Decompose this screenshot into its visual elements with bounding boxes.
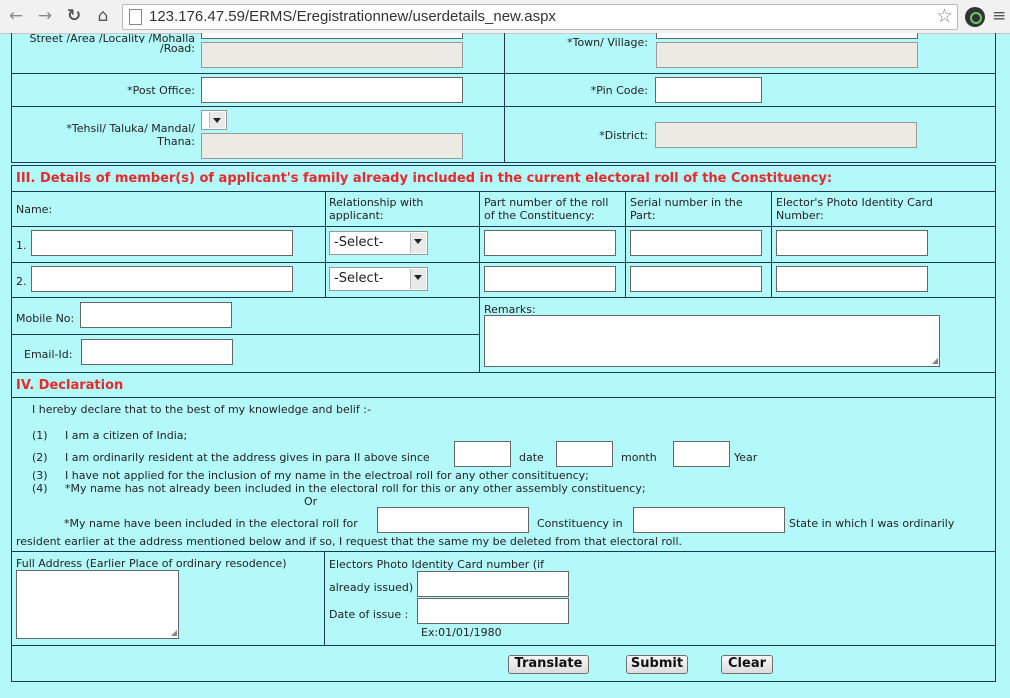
declaration-num: (1) — [32, 429, 48, 442]
page-icon — [129, 9, 142, 25]
home-icon[interactable]: ⌂ — [93, 6, 113, 26]
since-year-input[interactable] — [673, 441, 730, 467]
post-office-input[interactable] — [201, 77, 463, 103]
town-label: *Town/ Village: — [567, 36, 648, 49]
resident-text: resident earlier at the address mentione… — [16, 535, 683, 548]
email-input[interactable] — [81, 339, 233, 365]
part-number-input[interactable] — [484, 230, 616, 256]
street-input-top[interactable] — [201, 33, 463, 39]
district-input[interactable] — [655, 122, 917, 148]
epic-number-input[interactable] — [776, 266, 928, 292]
month-label: month — [621, 451, 657, 464]
epic-label-1: Electors Photo Identity Card number (if — [329, 558, 545, 571]
declaration-text: I have not applied for the inclusion of … — [65, 469, 589, 482]
submit-button[interactable]: Submit — [626, 655, 688, 674]
clear-button[interactable]: Clear — [721, 655, 773, 674]
divider — [324, 551, 325, 646]
member-name-input[interactable] — [31, 266, 293, 292]
name-header: Name: — [16, 203, 53, 216]
declaration-intro: I hereby declare that to the best of my … — [32, 403, 371, 416]
year-label: Year — [734, 451, 758, 464]
member-name-input[interactable] — [31, 230, 293, 256]
epic-header-1: Elector's Photo Identity Card — [776, 196, 933, 209]
declaration-num: (4) — [32, 482, 48, 495]
extension-icon[interactable] — [965, 7, 985, 27]
menu-icon[interactable]: ≡ — [992, 6, 1006, 26]
back-icon[interactable]: ← — [6, 6, 26, 26]
tehsil-label-1: *Tehsil/ Taluka/ Mandal/ — [66, 122, 195, 135]
serial-number-input[interactable] — [630, 230, 762, 256]
epic-label-2: already issued) — [329, 581, 414, 594]
earlier-epic-input[interactable] — [417, 571, 569, 597]
forward-icon[interactable]: → — [35, 6, 55, 26]
section-iii-title: III. Details of member(s) of applicant's… — [16, 171, 833, 186]
town-input[interactable] — [656, 42, 918, 68]
state-text: State in which I was ordinarily — [789, 517, 955, 530]
full-address-textarea[interactable]: ◢ — [16, 570, 179, 639]
remarks-textarea[interactable]: ◢ — [484, 315, 940, 367]
pin-code-label: *Pin Code: — [590, 84, 648, 97]
since-date-input[interactable] — [454, 441, 511, 467]
browser-toolbar: ← → ↻ ⌂ 123.176.47.59/ERMS/Eregistration… — [0, 0, 1010, 34]
tehsil-input[interactable] — [201, 133, 463, 159]
included-constituency-input[interactable] — [377, 507, 529, 533]
bookmark-star-icon[interactable]: ☆ — [936, 5, 953, 27]
full-address-label: Full Address (Earlier Place of ordinary … — [16, 557, 287, 570]
url-text[interactable]: 123.176.47.59/ERMS/Eregistrationnew/user… — [149, 8, 556, 25]
tehsil-label-2: Thana: — [157, 135, 195, 148]
relationship-select[interactable]: -Select- — [329, 231, 428, 255]
district-label: *District: — [599, 129, 648, 142]
date-label: date — [519, 451, 544, 464]
epic-number-input[interactable] — [776, 230, 928, 256]
address-bar[interactable]: 123.176.47.59/ERMS/Eregistrationnew/user… — [122, 4, 958, 30]
declaration-text: *My name has not already been included i… — [65, 482, 646, 495]
declaration-num: (2) — [32, 451, 48, 464]
included-state-input[interactable] — [633, 507, 785, 533]
buttons-row — [11, 645, 996, 682]
street-label-2: /Road: — [159, 42, 195, 55]
part-number-header-1: Part number of the roll — [484, 196, 609, 209]
chevron-down-icon — [410, 233, 426, 253]
constituency-in-label: Constituency in — [537, 517, 623, 530]
mobile-label: Mobile No: — [16, 312, 75, 325]
epic-header-2: Number: — [776, 209, 824, 222]
included-text: *My name have been included in the elect… — [64, 517, 358, 530]
pin-code-input[interactable] — [655, 77, 762, 103]
row-index: 2. — [16, 275, 27, 288]
chevron-down-icon — [209, 112, 225, 128]
reload-icon[interactable]: ↻ — [64, 6, 84, 26]
date-issue-label: Date of issue : — [329, 608, 409, 621]
row-index: 1. — [16, 239, 27, 252]
declaration-text: I am ordinarily resident at the address … — [65, 451, 430, 464]
declaration-text: I am a citizen of India; — [65, 429, 188, 442]
mobile-input[interactable] — [80, 302, 232, 328]
part-number-input[interactable] — [484, 266, 616, 292]
email-label: Email-Id: — [24, 348, 73, 361]
section-iv-header — [11, 372, 996, 398]
tehsil-select[interactable] — [201, 110, 227, 130]
post-office-label: *Post Office: — [127, 84, 195, 97]
divider — [11, 334, 479, 335]
declaration-num: (3) — [32, 469, 48, 482]
part-number-header-2: of the Constituency: — [484, 209, 595, 222]
serial-number-header-2: Part: — [630, 209, 656, 222]
date-issue-input[interactable] — [417, 598, 569, 624]
since-month-input[interactable] — [556, 441, 613, 467]
resize-grip-icon[interactable]: ◢ — [932, 356, 938, 365]
section-iv-title: IV. Declaration — [16, 378, 124, 393]
translate-button[interactable]: Translate — [508, 655, 589, 674]
serial-number-header-1: Serial number in the — [630, 196, 743, 209]
chevron-down-icon — [410, 269, 426, 289]
date-hint: Ex:01/01/1980 — [421, 626, 502, 639]
relationship-header-1: Relationship with — [329, 196, 424, 209]
relationship-select[interactable]: -Select- — [329, 267, 428, 291]
or-label: Or — [304, 495, 318, 508]
town-input-top[interactable] — [656, 33, 918, 39]
serial-number-input[interactable] — [630, 266, 762, 292]
resize-grip-icon[interactable]: ◢ — [171, 628, 177, 637]
street-input[interactable] — [201, 42, 463, 68]
relationship-header-2: applicant: — [329, 209, 384, 222]
